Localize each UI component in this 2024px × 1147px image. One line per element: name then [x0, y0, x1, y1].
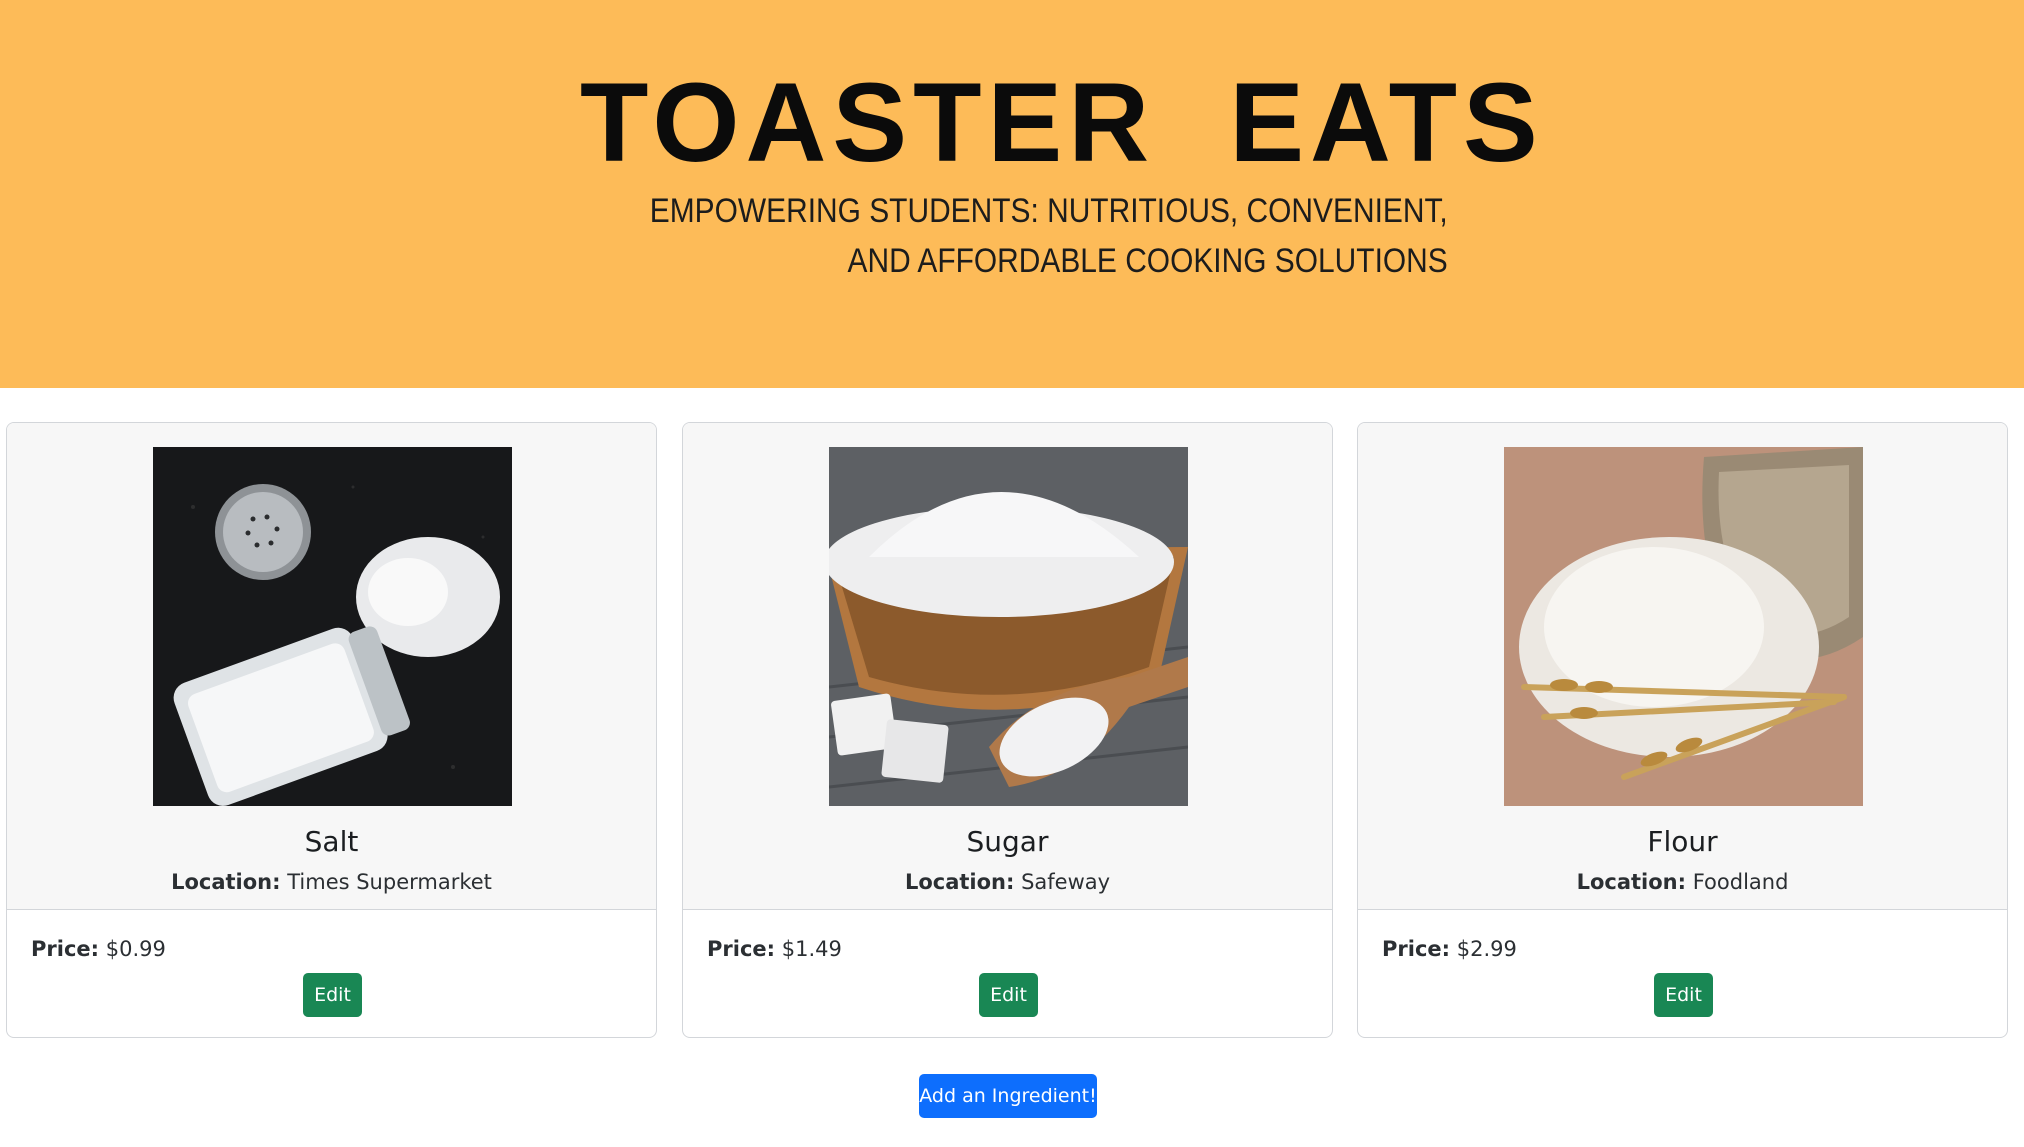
ingredient-card-sugar: Sugar Location: Safeway Price: $1.49 Edi…	[682, 422, 1333, 1038]
ingredient-location: Location: Times Supermarket	[7, 870, 656, 894]
ingredient-name: Sugar	[966, 825, 1049, 858]
tagline: EMPOWERING STUDENTS: NUTRITIOUS, CONVENI…	[650, 186, 1448, 286]
price-label: Price:	[1382, 937, 1451, 961]
location-value: Times Supermarket	[287, 870, 492, 894]
tagline-line-1: EMPOWERING STUDENTS: NUTRITIOUS, CONVENI…	[650, 192, 1448, 230]
add-ingredient-button[interactable]: Add an Ingredient!	[919, 1074, 1097, 1118]
hero-banner: TOASTER EATS EMPOWERING STUDENTS: NUTRIT…	[0, 0, 2024, 388]
card-header: Flour Location: Foodland	[1358, 423, 2007, 910]
ingredient-location: Location: Foodland	[1358, 870, 2007, 894]
card-header: Salt Location: Times Supermarket	[7, 423, 656, 910]
edit-button[interactable]: Edit	[303, 973, 362, 1017]
site-title: TOASTER EATS	[580, 60, 1544, 185]
price-label: Price:	[707, 937, 776, 961]
ingredient-location: Location: Safeway	[683, 870, 1332, 894]
tagline-line-2: AND AFFORDABLE COOKING SOLUTIONS	[847, 242, 1448, 280]
ingredient-name: Flour	[1647, 825, 1718, 858]
location-value: Foodland	[1692, 870, 1789, 894]
location-value: Safeway	[1021, 870, 1111, 894]
ingredient-price: Price: $0.99	[31, 937, 166, 961]
card-header: Sugar Location: Safeway	[683, 423, 1332, 910]
ingredient-card-flour: Flour Location: Foodland Price: $2.99 Ed…	[1357, 422, 2008, 1038]
ingredient-name: Salt	[304, 825, 359, 858]
ingredient-price: Price: $1.49	[707, 937, 842, 961]
price-value: $2.99	[1456, 937, 1517, 961]
price-label: Price:	[31, 937, 100, 961]
price-value: $0.99	[105, 937, 166, 961]
flour-image	[1504, 447, 1863, 806]
location-label: Location:	[171, 870, 281, 894]
price-value: $1.49	[781, 937, 842, 961]
ingredient-price: Price: $2.99	[1382, 937, 1517, 961]
location-label: Location:	[1576, 870, 1687, 894]
salt-image	[153, 447, 512, 806]
location-label: Location:	[904, 870, 1015, 894]
ingredient-card-salt: Salt Location: Times Supermarket Price: …	[6, 422, 657, 1038]
edit-button[interactable]: Edit	[979, 973, 1038, 1017]
edit-button[interactable]: Edit	[1654, 973, 1713, 1017]
sugar-image	[829, 447, 1188, 806]
